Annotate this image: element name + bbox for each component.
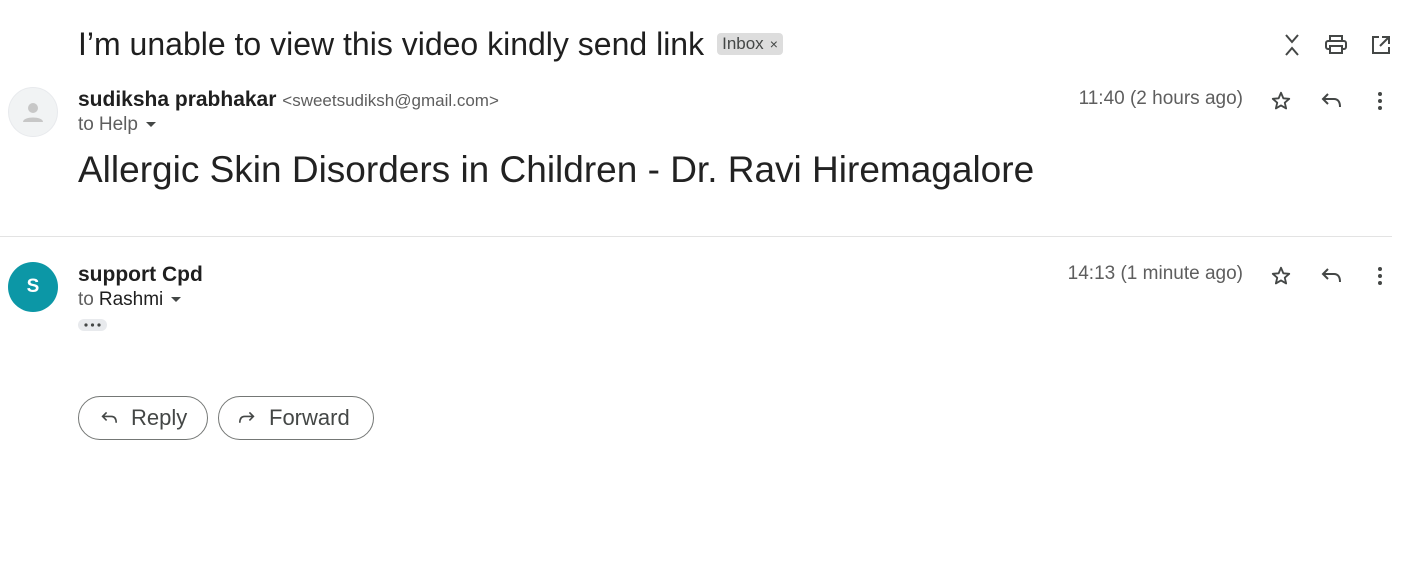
to-recipient: Rashmi [98,289,164,310]
forward-icon [239,411,255,423]
show-details-icon[interactable] [145,121,157,129]
to-recipient: Help [98,114,138,135]
forward-label: Forward [269,405,350,430]
thread-header: I’m unable to view this video kindly sen… [78,24,783,64]
ellipsis-icon [84,323,101,327]
sender-line: support Cpd [78,262,203,288]
message-time: 11:40 (2 hours ago) [1078,88,1243,109]
avatar-letter: S [26,276,40,297]
sender-avatar[interactable] [8,87,58,137]
reply-icon[interactable] [1318,88,1344,114]
show-details-icon[interactable] [170,296,182,304]
recipients-line: to Help [78,113,157,137]
collapse-all-icon[interactable] [1278,31,1306,59]
inbox-label-text: Inbox [722,34,764,53]
reply-icon[interactable] [1318,263,1344,289]
reply-icon [101,411,117,423]
more-options-icon[interactable] [1367,263,1393,289]
star-icon[interactable] [1268,263,1294,289]
thread-subject: I’m unable to view this video kindly sen… [78,26,705,62]
sender-name[interactable]: sudiksha prabhakar [78,88,276,111]
message-body: Allergic Skin Disorders in Children - Dr… [78,149,1035,190]
to-prefix: to [78,114,94,135]
forward-button[interactable]: Forward [218,396,374,440]
reply-label: Reply [131,405,188,430]
sender-name[interactable]: support Cpd [78,263,203,286]
print-icon[interactable] [1322,31,1350,59]
recipients-line: to Rashmi [78,288,182,312]
default-person-icon [23,103,43,122]
sender-avatar[interactable]: S [8,262,58,312]
more-options-icon[interactable] [1367,88,1393,114]
to-prefix: to [78,289,94,310]
reply-button[interactable]: Reply [78,396,208,440]
open-in-new-window-icon[interactable] [1367,31,1395,59]
remove-label-icon[interactable]: × [770,33,778,55]
inbox-label-chip[interactable]: Inbox × [717,33,783,55]
message-divider [0,236,1392,237]
star-icon[interactable] [1268,88,1294,114]
message-time: 14:13 (1 minute ago) [1067,263,1243,284]
sender-line: sudiksha prabhakar <sweetsudiksh@gmail.c… [78,87,499,114]
sender-email[interactable]: <sweetsudiksh@gmail.com> [282,91,499,110]
show-trimmed-content-button[interactable] [78,319,107,331]
